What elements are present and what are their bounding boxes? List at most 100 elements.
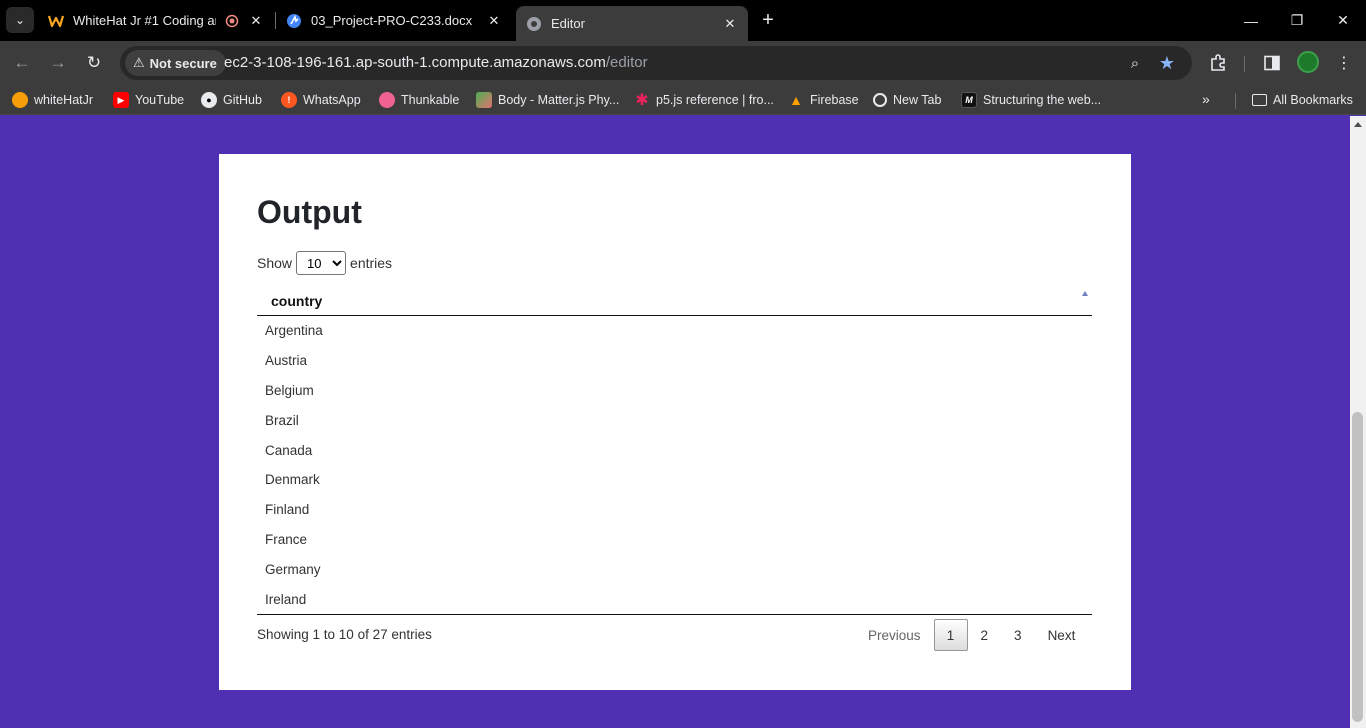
minimize-button[interactable]: — xyxy=(1228,0,1274,41)
bookmark-new-tab[interactable]: New Tab xyxy=(873,85,941,115)
data-table: country Argentina Austria Belgium Brazil… xyxy=(257,282,1092,615)
plus-icon: + xyxy=(762,8,774,31)
all-bookmarks-label: All Bookmarks xyxy=(1273,93,1353,107)
table-row: Germany xyxy=(265,561,321,577)
tab-strip: ⌄ WhiteHat Jr #1 Coding and ✕ 03_Project… xyxy=(0,0,1366,41)
thunkable-icon xyxy=(379,92,395,108)
page-title: Output xyxy=(257,194,362,230)
menu-icon[interactable]: ⋮ xyxy=(1332,51,1356,75)
more-bookmarks-icon[interactable]: » xyxy=(1202,91,1210,107)
bookmark-matterjs[interactable]: Body - Matter.js Phy... xyxy=(476,85,619,115)
bookmark-p5js[interactable]: ✱ p5.js reference | fro... xyxy=(634,85,774,115)
entries-label: entries xyxy=(350,255,393,271)
asterisk-icon: ✱ xyxy=(635,92,649,109)
table-header[interactable]: country xyxy=(257,282,1092,316)
youtube-icon: ▶ xyxy=(113,92,129,108)
vertical-scrollbar[interactable] xyxy=(1350,116,1366,728)
reload-icon: ↻ xyxy=(86,53,102,72)
bookmark-firebase[interactable]: ▲ Firebase xyxy=(788,85,859,115)
bookmark-whatsapp[interactable]: ! WhatsApp xyxy=(281,85,361,115)
url-path: /editor xyxy=(605,54,648,71)
column-header-country[interactable]: country xyxy=(271,293,322,309)
bookmark-github[interactable]: ● GitHub xyxy=(201,85,262,115)
table-row: France xyxy=(265,531,308,547)
bookmark-whitehatjr[interactable]: whiteHatJr xyxy=(12,85,93,115)
zoom-icon[interactable]: ⌕ xyxy=(1124,52,1146,74)
warning-icon: ⚠ xyxy=(133,55,145,70)
close-icon[interactable]: ✕ xyxy=(484,11,504,31)
table-info: Showing 1 to 10 of 27 entries xyxy=(257,627,432,642)
url-text[interactable]: ec2-3-108-196-161.ap-south-1.compute.ama… xyxy=(224,54,648,71)
table-row: Finland xyxy=(265,502,310,518)
bookmark-label: Body - Matter.js Phy... xyxy=(498,93,620,107)
bookmark-structuring-web[interactable]: M Structuring the web... xyxy=(961,85,1101,115)
folder-icon xyxy=(1252,94,1267,106)
minimize-icon: — xyxy=(1244,12,1258,29)
tab-title: Editor xyxy=(551,16,585,31)
table-body: Argentina Austria Belgium Brazil Canada … xyxy=(257,316,1092,615)
matterjs-icon xyxy=(476,92,492,108)
new-tab-button[interactable]: + xyxy=(757,9,779,31)
side-panel-icon[interactable] xyxy=(1260,51,1284,75)
chevron-down-icon: ⌄ xyxy=(14,13,26,27)
tab-editor[interactable]: Editor ✕ xyxy=(516,6,748,41)
scrollbar-thumb[interactable] xyxy=(1352,412,1363,722)
alert-icon: ! xyxy=(281,92,297,108)
table-row: Canada xyxy=(265,442,313,458)
table-row: Ireland xyxy=(265,591,307,607)
bookmark-label: Thunkable xyxy=(401,93,460,107)
pagination: Previous 1 2 3 Next xyxy=(855,619,1088,651)
bookmark-label: New Tab xyxy=(893,93,942,107)
globe-icon xyxy=(526,16,542,32)
back-button[interactable]: ← xyxy=(9,50,35,76)
restore-button[interactable]: ❐ xyxy=(1274,0,1320,41)
address-bar[interactable]: ⚠ Not secure ec2-3-108-196-161.ap-south-… xyxy=(120,46,1192,80)
extensions-icon[interactable] xyxy=(1206,51,1230,75)
tab-title: 03_Project-PRO-C233.docx xyxy=(311,13,473,28)
page-button-3[interactable]: 3 xyxy=(1001,619,1035,651)
forward-button[interactable]: → xyxy=(45,50,71,76)
page-button-2[interactable]: 2 xyxy=(968,619,1002,651)
bookmark-star-icon[interactable]: ★ xyxy=(1156,52,1178,74)
profile-avatar[interactable] xyxy=(1297,51,1319,73)
bookmarks-separator xyxy=(1235,93,1236,109)
show-label: Show xyxy=(257,255,293,271)
chrome-icon xyxy=(873,93,887,107)
bookmark-label: WhatsApp xyxy=(303,93,361,107)
mdn-icon: M xyxy=(961,92,977,108)
tab-whitehat[interactable]: WhiteHat Jr #1 Coding and ✕ xyxy=(38,0,274,41)
tab-docx[interactable]: 03_Project-PRO-C233.docx ✕ xyxy=(276,0,512,41)
site-info-button[interactable]: ⚠ Not secure xyxy=(125,50,226,76)
bookmark-thunkable[interactable]: Thunkable xyxy=(379,85,459,115)
arrow-left-icon: ← xyxy=(13,53,31,72)
document-favicon-icon xyxy=(286,13,302,29)
firebase-icon: ▲ xyxy=(789,92,803,108)
tab-search-button[interactable]: ⌄ xyxy=(6,7,34,33)
url-host: ec2-3-108-196-161.ap-south-1.compute.ama… xyxy=(224,54,606,71)
next-button[interactable]: Next xyxy=(1035,619,1089,651)
page-length-select[interactable]: 10 xyxy=(296,251,347,275)
bookmark-youtube[interactable]: ▶ YouTube xyxy=(113,85,184,115)
close-icon[interactable]: ✕ xyxy=(720,14,740,34)
browser-toolbar: ← → ↻ ⚠ Not secure ec2-3-108-196-161.ap-… xyxy=(0,41,1366,85)
tab-title: WhiteHat Jr #1 Coding and xyxy=(73,13,216,28)
sort-ascending-icon xyxy=(1082,291,1088,296)
scroll-up-arrow-icon[interactable] xyxy=(1354,122,1362,127)
page-length-control: Show 10 entries xyxy=(257,251,392,275)
bookmark-label: Structuring the web... xyxy=(983,93,1102,107)
close-window-button[interactable]: ✕ xyxy=(1320,0,1366,41)
reload-button[interactable]: ↻ xyxy=(81,50,107,76)
all-bookmarks-button[interactable]: All Bookmarks xyxy=(1252,85,1353,115)
whitehat-favicon-icon xyxy=(48,13,64,29)
table-row: Denmark xyxy=(265,472,320,488)
restore-icon: ❐ xyxy=(1290,12,1304,28)
toolbar-separator xyxy=(1244,56,1245,72)
arrow-right-icon: → xyxy=(49,53,67,72)
table-row: Brazil xyxy=(265,412,299,428)
close-icon[interactable]: ✕ xyxy=(246,11,266,31)
previous-button[interactable]: Previous xyxy=(855,619,934,651)
page-button-1[interactable]: 1 xyxy=(933,619,968,651)
bookmark-label: GitHub xyxy=(223,93,262,107)
table-row: Belgium xyxy=(265,382,314,398)
bookmarks-bar: whiteHatJr ▶ YouTube ● GitHub ! WhatsApp Th… xyxy=(0,85,1366,115)
